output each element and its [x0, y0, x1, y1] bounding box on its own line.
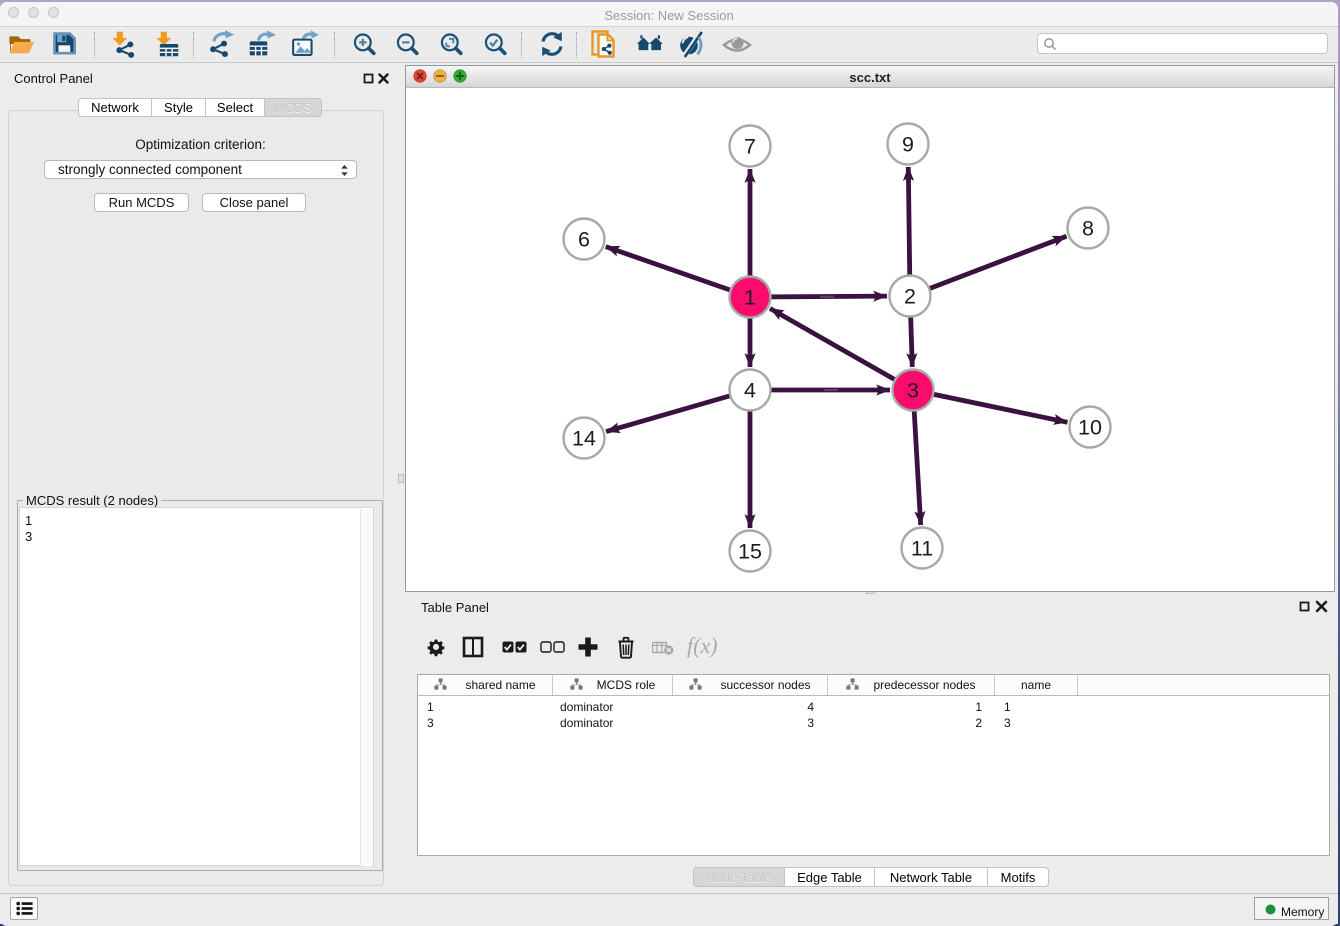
svg-text:8: 8 [1082, 217, 1094, 241]
svg-text:6: 6 [578, 228, 590, 252]
svg-text:14: 14 [572, 427, 596, 451]
svg-text:3: 3 [907, 379, 919, 403]
svg-text:15: 15 [738, 540, 762, 564]
svg-text:4: 4 [744, 379, 756, 403]
svg-text:7: 7 [744, 135, 756, 159]
svg-text:1: 1 [744, 286, 756, 310]
svg-text:9: 9 [902, 133, 914, 157]
svg-text:2: 2 [904, 285, 916, 309]
svg-text:11: 11 [911, 537, 933, 561]
svg-text:10: 10 [1078, 416, 1102, 440]
